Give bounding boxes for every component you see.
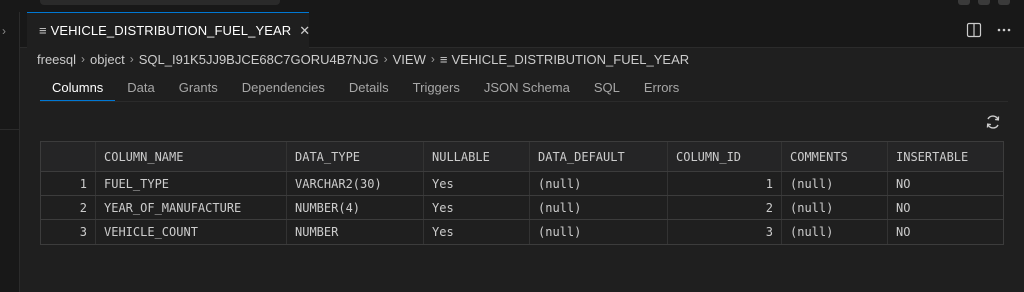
divider [0,129,20,130]
table-cell[interactable]: FUEL_TYPE [96,172,287,195]
columns-table: COLUMN_NAME DATA_TYPE NULLABLE DATA_DEFA… [40,141,1004,245]
breadcrumb-item[interactable]: object [90,52,125,67]
editor-tab[interactable]: ≡ VEHICLE_DISTRIBUTION_FUEL_YEAR ✕ [27,12,310,48]
column-header[interactable]: COLUMN_NAME [96,142,287,171]
table-header: COLUMN_NAME DATA_TYPE NULLABLE DATA_DEFA… [41,142,1003,172]
table-row[interactable]: 2 YEAR_OF_MANUFACTURE NUMBER(4) Yes (nul… [41,196,1003,220]
tab-grants[interactable]: Grants [167,76,230,100]
table-row[interactable]: 3 VEHICLE_COUNT NUMBER Yes (null) 3 (nul… [41,220,1003,244]
table-cell[interactable]: 1 [668,172,782,195]
tab-errors[interactable]: Errors [632,76,691,100]
table-cell[interactable]: Yes [424,196,530,219]
command-center[interactable] [40,0,280,5]
tab-sql[interactable]: SQL [582,76,632,100]
breadcrumb: freesql › object › SQL_I91K5JJ9BJCE68C7G… [37,50,689,68]
window-control[interactable] [958,0,970,5]
table-cell[interactable]: NO [888,220,1003,244]
list-icon: ≡ [39,23,47,38]
divider [40,101,1008,102]
column-header[interactable]: COLUMN_ID [668,142,782,171]
table-cell[interactable]: NUMBER(4) [287,196,424,219]
column-header[interactable]: NULLABLE [424,142,530,171]
table-cell[interactable]: VARCHAR2(30) [287,172,424,195]
row-number: 1 [41,172,96,195]
table-cell[interactable]: (null) [530,172,668,195]
tab-triggers[interactable]: Triggers [401,76,472,100]
table-cell[interactable]: NUMBER [287,220,424,244]
table-cell[interactable]: Yes [424,172,530,195]
side-panel-edge: › [0,12,20,292]
split-editor-icon[interactable] [966,22,982,38]
chevron-right-icon: › [430,52,435,66]
chevron-right-icon: › [81,52,86,66]
list-icon: ≡ [439,51,448,67]
tab-details[interactable]: Details [337,76,401,100]
table-cell[interactable]: VEHICLE_COUNT [96,220,287,244]
column-header[interactable]: INSERTABLE [888,142,1003,171]
tab-columns[interactable]: Columns [40,76,116,101]
window-control[interactable] [978,0,990,5]
tab-data[interactable]: Data [115,76,166,100]
table-cell[interactable]: (null) [782,196,888,219]
breadcrumb-item[interactable]: VIEW [393,52,426,67]
editor-actions [966,12,1012,48]
chevron-right-icon: › [383,52,388,66]
table-cell[interactable]: (null) [782,220,888,244]
editor-tab-bar: ≡ VEHICLE_DISTRIBUTION_FUEL_YEAR ✕ [20,12,1024,48]
breadcrumb-item[interactable]: VEHICLE_DISTRIBUTION_FUEL_YEAR [451,52,689,67]
table-cell[interactable]: 2 [668,196,782,219]
table-cell[interactable]: (null) [530,196,668,219]
table-cell[interactable]: (null) [782,172,888,195]
window-control[interactable] [998,0,1010,5]
column-header[interactable]: COMMENTS [782,142,888,171]
table-cell[interactable]: NO [888,196,1003,219]
row-number: 2 [41,196,96,219]
table-cell[interactable]: 3 [668,220,782,244]
tab-json-schema[interactable]: JSON Schema [472,76,582,100]
column-header[interactable]: DATA_TYPE [287,142,424,171]
column-header[interactable]: DATA_DEFAULT [530,142,668,171]
chevron-right-icon: › [129,52,134,66]
table-cell[interactable]: Yes [424,220,530,244]
chevron-right-icon[interactable]: › [2,24,6,38]
breadcrumb-item[interactable]: freesql [37,52,76,67]
table-cell[interactable]: (null) [530,220,668,244]
table-cell[interactable]: NO [888,172,1003,195]
close-icon[interactable]: ✕ [299,23,310,39]
table-cell[interactable]: YEAR_OF_MANUFACTURE [96,196,287,219]
tab-title: VEHICLE_DISTRIBUTION_FUEL_YEAR [50,23,292,38]
more-actions-icon[interactable] [996,22,1012,38]
object-tabs: Columns Data Grants Dependencies Details… [40,76,691,102]
table-row[interactable]: 1 FUEL_TYPE VARCHAR2(30) Yes (null) 1 (n… [41,172,1003,196]
column-header [41,142,96,171]
breadcrumb-item[interactable]: SQL_I91K5JJ9BJCE68C7GORU4B7NJG [139,52,379,67]
tab-dependencies[interactable]: Dependencies [230,76,337,100]
refresh-icon[interactable] [984,113,1002,131]
title-bar [0,0,1024,12]
row-number: 3 [41,220,96,244]
